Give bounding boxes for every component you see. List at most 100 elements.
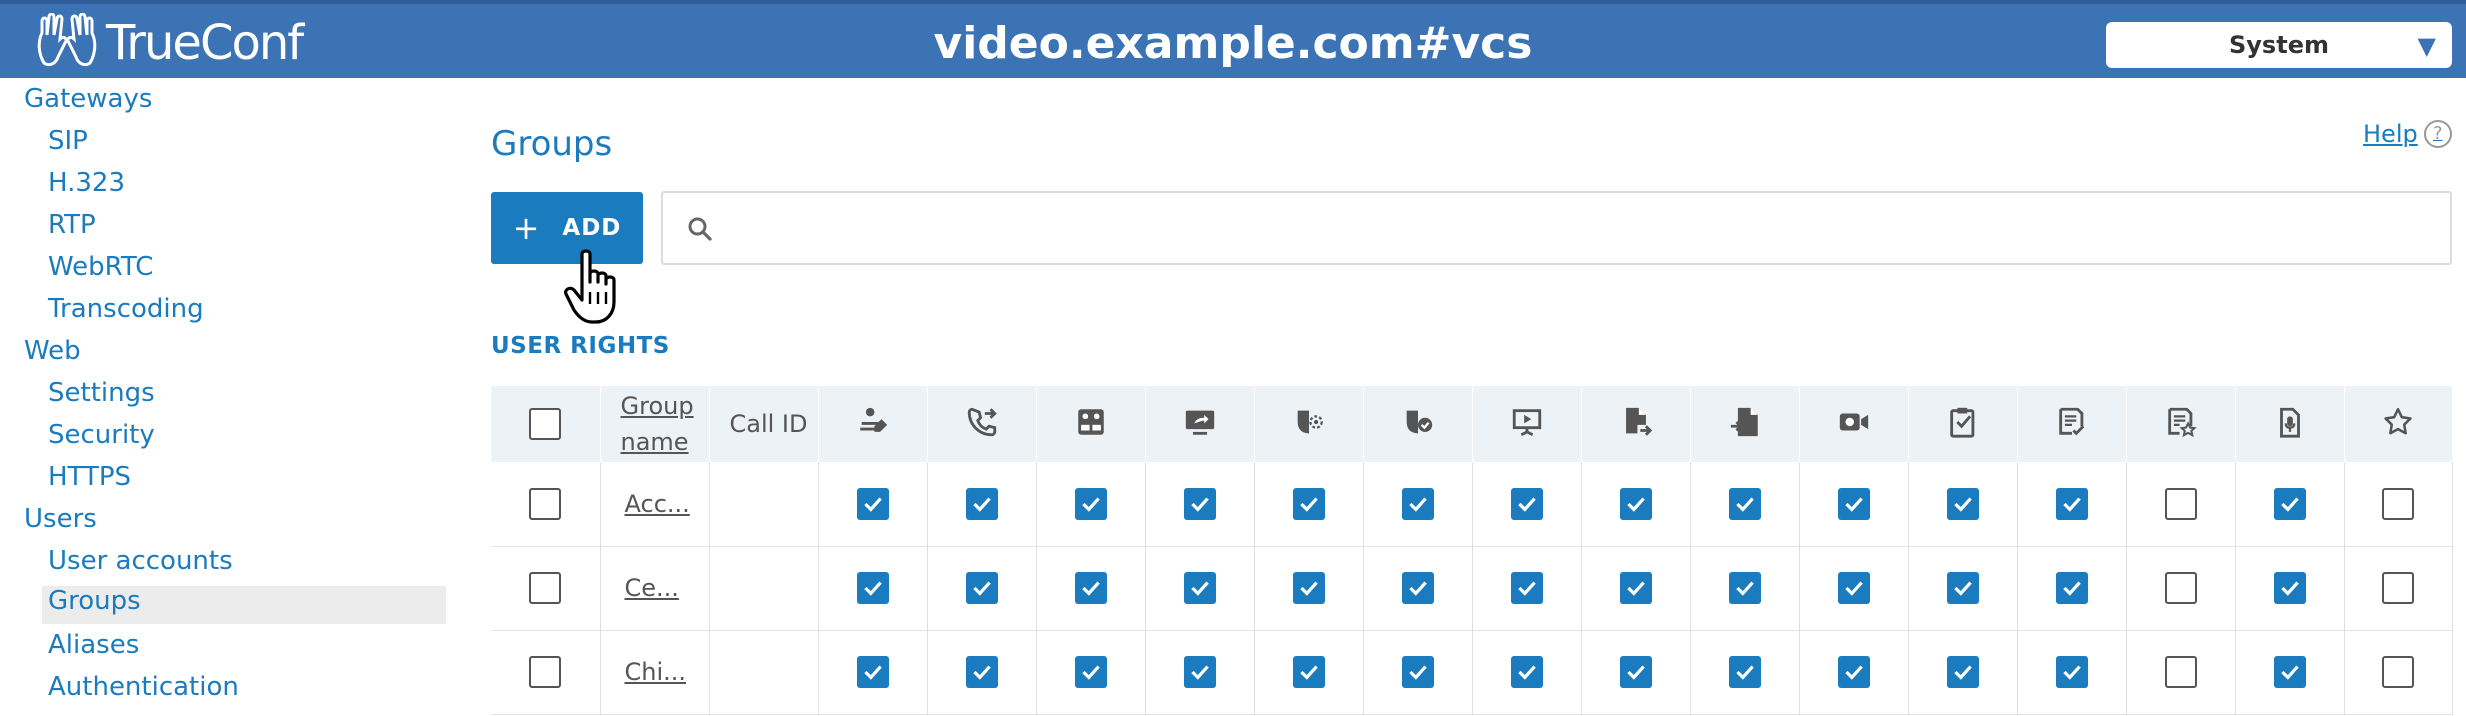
right-checkbox-checked[interactable] bbox=[1510, 656, 1543, 688]
right-cell bbox=[1472, 546, 1582, 630]
right-cell bbox=[1254, 546, 1364, 630]
right-checkbox-checked[interactable] bbox=[965, 572, 998, 604]
right-checkbox-checked[interactable] bbox=[1946, 487, 1979, 520]
right-checkbox-checked[interactable] bbox=[1837, 487, 1870, 520]
right-checkbox-checked[interactable] bbox=[1728, 656, 1761, 688]
sidebar-item-rtp[interactable]: RTP bbox=[48, 210, 96, 240]
right-checkbox-checked[interactable] bbox=[1292, 572, 1325, 604]
right-checkbox-checked[interactable] bbox=[1074, 572, 1107, 604]
search-field[interactable] bbox=[661, 191, 2452, 265]
right-cell bbox=[1690, 546, 1800, 630]
right-checkbox-checked[interactable] bbox=[1837, 572, 1870, 604]
plus-icon: + bbox=[512, 209, 541, 247]
row-select-checkbox[interactable] bbox=[529, 572, 562, 604]
right-checkbox-unchecked[interactable] bbox=[2382, 656, 2414, 688]
group-name-link[interactable]: Chi... bbox=[600, 630, 710, 714]
sidebar-item-settings[interactable]: Settings bbox=[48, 378, 155, 408]
table-row[interactable]: Acc... bbox=[491, 462, 2453, 546]
group-name-link[interactable]: Ce... bbox=[600, 546, 710, 630]
check-mark-icon bbox=[2280, 497, 2299, 512]
trueconf-logo[interactable]: TrueConf bbox=[32, 13, 304, 72]
right-checkbox-checked[interactable] bbox=[965, 487, 998, 520]
right-checkbox-checked[interactable] bbox=[1183, 656, 1216, 688]
right-checkbox-checked[interactable] bbox=[2055, 572, 2088, 604]
right-checkbox-checked[interactable] bbox=[1619, 656, 1652, 688]
right-checkbox-checked[interactable] bbox=[856, 572, 889, 604]
help-link[interactable]: Help ? bbox=[2363, 120, 2452, 148]
group-name-header[interactable]: Group name bbox=[600, 386, 710, 462]
help-label[interactable]: Help bbox=[2363, 120, 2418, 148]
sidebar-item-webrtc[interactable]: WebRTC bbox=[48, 252, 153, 282]
help-question-icon[interactable]: ? bbox=[2423, 120, 2452, 148]
check-mark-icon bbox=[1844, 581, 1863, 596]
sidebar-item-users[interactable]: Users bbox=[24, 504, 97, 534]
right-checkbox-checked[interactable] bbox=[1401, 572, 1434, 604]
check-mark-icon bbox=[2280, 665, 2299, 680]
check-mark-icon bbox=[863, 497, 882, 512]
right-checkbox-checked[interactable] bbox=[2055, 487, 2088, 520]
right-column-header bbox=[818, 386, 928, 462]
right-checkbox-checked[interactable] bbox=[1837, 656, 1870, 688]
sidebar-item-h-323[interactable]: H.323 bbox=[48, 168, 125, 198]
table-row[interactable]: Ce... bbox=[491, 546, 2453, 630]
check-mark-icon bbox=[1408, 581, 1427, 596]
right-checkbox-checked[interactable] bbox=[1183, 487, 1216, 520]
right-checkbox-unchecked[interactable] bbox=[2382, 572, 2414, 604]
right-checkbox-checked[interactable] bbox=[1074, 656, 1107, 688]
right-checkbox-checked[interactable] bbox=[1401, 656, 1434, 688]
right-cell bbox=[2126, 546, 2236, 630]
right-cell bbox=[927, 546, 1037, 630]
right-checkbox-checked[interactable] bbox=[2273, 572, 2306, 604]
check-mark-icon bbox=[1299, 497, 1318, 512]
right-checkbox-unchecked[interactable] bbox=[2164, 487, 2197, 520]
right-checkbox-checked[interactable] bbox=[1619, 487, 1652, 520]
row-select-checkbox[interactable] bbox=[529, 656, 562, 688]
right-checkbox-unchecked[interactable] bbox=[2164, 656, 2197, 688]
sidebar-item-aliases[interactable]: Aliases bbox=[48, 630, 139, 660]
right-checkbox-checked[interactable] bbox=[856, 487, 889, 520]
right-checkbox-checked[interactable] bbox=[1292, 487, 1325, 520]
right-checkbox-checked[interactable] bbox=[1728, 572, 1761, 604]
sidebar-item-gateways[interactable]: Gateways bbox=[24, 84, 152, 114]
sidebar-item-groups[interactable]: Groups bbox=[42, 586, 446, 624]
right-checkbox-checked[interactable] bbox=[1510, 487, 1543, 520]
right-checkbox-unchecked[interactable] bbox=[2164, 572, 2197, 604]
row-select-cell bbox=[491, 462, 601, 546]
select-all-checkbox[interactable] bbox=[529, 408, 562, 440]
sidebar-item-transcoding[interactable]: Transcoding bbox=[48, 294, 204, 324]
right-checkbox-checked[interactable] bbox=[2273, 656, 2306, 688]
group-name-link[interactable]: Acc... bbox=[600, 462, 710, 546]
table-row[interactable]: Chi... bbox=[491, 630, 2453, 714]
right-checkbox-checked[interactable] bbox=[2055, 656, 2088, 688]
sidebar-item-https[interactable]: HTTPS bbox=[48, 462, 131, 492]
right-checkbox-checked[interactable] bbox=[1728, 487, 1761, 520]
right-checkbox-checked[interactable] bbox=[1074, 487, 1107, 520]
right-checkbox-checked[interactable] bbox=[965, 656, 998, 688]
right-checkbox-checked[interactable] bbox=[1510, 572, 1543, 604]
right-checkbox-checked[interactable] bbox=[1619, 572, 1652, 604]
sidebar-item-web[interactable]: Web bbox=[24, 336, 81, 366]
sidebar-item-user-accounts[interactable]: User accounts bbox=[48, 546, 233, 576]
poll-results-icon bbox=[2167, 407, 2197, 438]
sidebar-item-authentication[interactable]: Authentication bbox=[48, 672, 239, 702]
system-select[interactable]: System ▼ bbox=[2106, 22, 2452, 68]
right-column-header bbox=[1145, 386, 1255, 462]
right-checkbox-checked[interactable] bbox=[1183, 572, 1216, 604]
select-all-cell bbox=[491, 386, 601, 462]
right-checkbox-checked[interactable] bbox=[1946, 572, 1979, 604]
right-checkbox-unchecked[interactable] bbox=[2382, 487, 2414, 520]
whiteboard-icon bbox=[1949, 407, 1974, 438]
right-checkbox-checked[interactable] bbox=[2273, 487, 2306, 520]
sidebar-item-security[interactable]: Security bbox=[48, 420, 155, 450]
right-checkbox-checked[interactable] bbox=[1946, 656, 1979, 688]
right-checkbox-checked[interactable] bbox=[856, 656, 889, 688]
right-cell bbox=[2017, 462, 2127, 546]
check-mark-icon bbox=[863, 581, 882, 596]
right-checkbox-checked[interactable] bbox=[1401, 487, 1434, 520]
call-id-cell bbox=[709, 630, 819, 714]
row-select-checkbox[interactable] bbox=[529, 487, 562, 520]
row-select-cell bbox=[491, 630, 601, 714]
sidebar-item-sip[interactable]: SIP bbox=[48, 126, 88, 156]
right-column-header bbox=[1908, 386, 2018, 462]
right-checkbox-checked[interactable] bbox=[1292, 656, 1325, 688]
